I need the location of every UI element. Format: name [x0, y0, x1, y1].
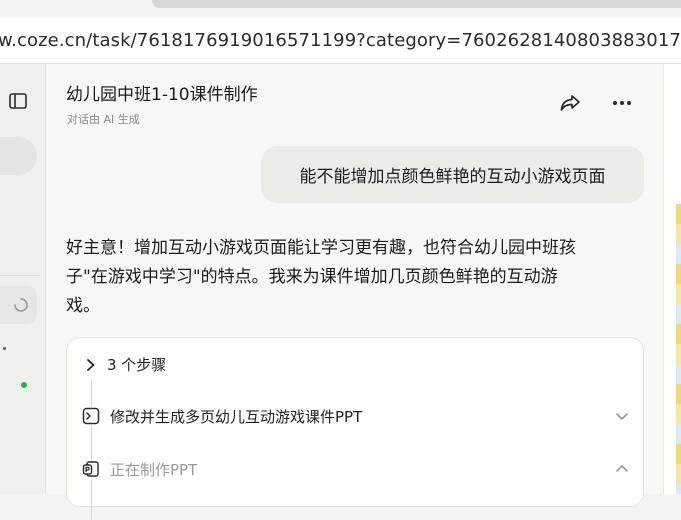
chat-main: 幼儿园中班1-10课件制作 对话由 AI 生成 能不能增加点颜色鲜艳的互动小游戏…	[46, 64, 663, 520]
sidebar-toggle-icon[interactable]	[9, 93, 27, 109]
assistant-line: 子"在游戏中学习"的特点。我来为课件增加几页颜色鲜艳的互动游	[66, 267, 558, 287]
loading-spinner-icon	[14, 298, 28, 312]
sidebar-loading-item[interactable]	[0, 286, 37, 324]
address-bar[interactable]: w.coze.cn/task/7618176919016571199?categ…	[0, 18, 681, 64]
browser-tab-strip	[0, 0, 681, 18]
terminal-icon	[82, 407, 100, 425]
left-sidebar	[0, 64, 46, 494]
steps-count: 3 个步骤	[107, 356, 167, 374]
step-item[interactable]: 修改并生成多页幼儿互动游戏课件PPT	[82, 399, 630, 433]
status-dot-icon	[21, 382, 27, 388]
chevron-right-icon	[87, 358, 95, 371]
browser-tab-edge	[152, 0, 681, 8]
more-options-icon[interactable]	[609, 91, 635, 115]
sidebar-active-item[interactable]	[0, 137, 37, 175]
address-url[interactable]: w.coze.cn/task/7618176919016571199?categ…	[0, 30, 681, 51]
assistant-line: 好主意！增加互动小游戏页面能让学习更有趣，也符合幼儿园中班孩	[66, 238, 576, 258]
sidebar-bullet	[3, 347, 6, 350]
assistant-message: 好主意！增加互动小游戏页面能让学习更有趣，也符合幼儿园中班孩 子"在游戏中学习"…	[66, 234, 651, 321]
sidebar-divider	[0, 275, 40, 276]
user-message: 能不能增加点颜色鲜艳的互动小游戏页面	[261, 146, 644, 203]
share-icon[interactable]	[557, 91, 583, 115]
steps-panel: 3 个步骤 修改并生成多页幼儿互动游戏课件PPT 正在制作PPT	[66, 337, 644, 520]
preview-panel	[663, 64, 681, 494]
assistant-line: 戏。	[66, 296, 100, 316]
step-item[interactable]: 正在制作PPT	[82, 452, 630, 486]
step-label: 修改并生成多页幼儿互动游戏课件PPT	[110, 407, 363, 426]
page-title: 幼儿园中班1-10课件制作	[66, 85, 258, 105]
chevron-down-icon[interactable]	[614, 408, 630, 424]
step-label: 正在制作PPT	[110, 460, 198, 479]
chevron-up-icon[interactable]	[614, 461, 630, 477]
preview-thumbnail-strip	[676, 204, 681, 494]
ai-generated-note: 对话由 AI 生成	[67, 113, 140, 126]
steps-toggle[interactable]: 3 个步骤	[85, 354, 166, 375]
ppt-icon	[82, 460, 100, 478]
